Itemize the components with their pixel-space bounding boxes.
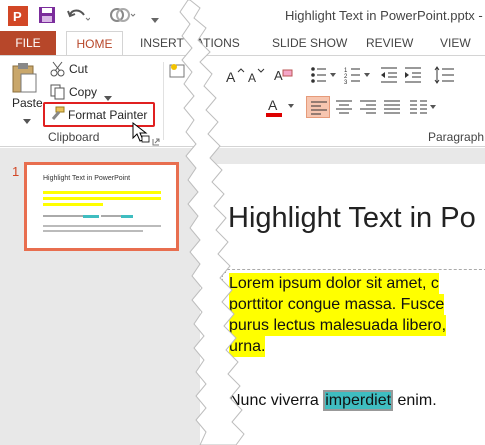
torn-edge-overlay: [179, 0, 245, 445]
